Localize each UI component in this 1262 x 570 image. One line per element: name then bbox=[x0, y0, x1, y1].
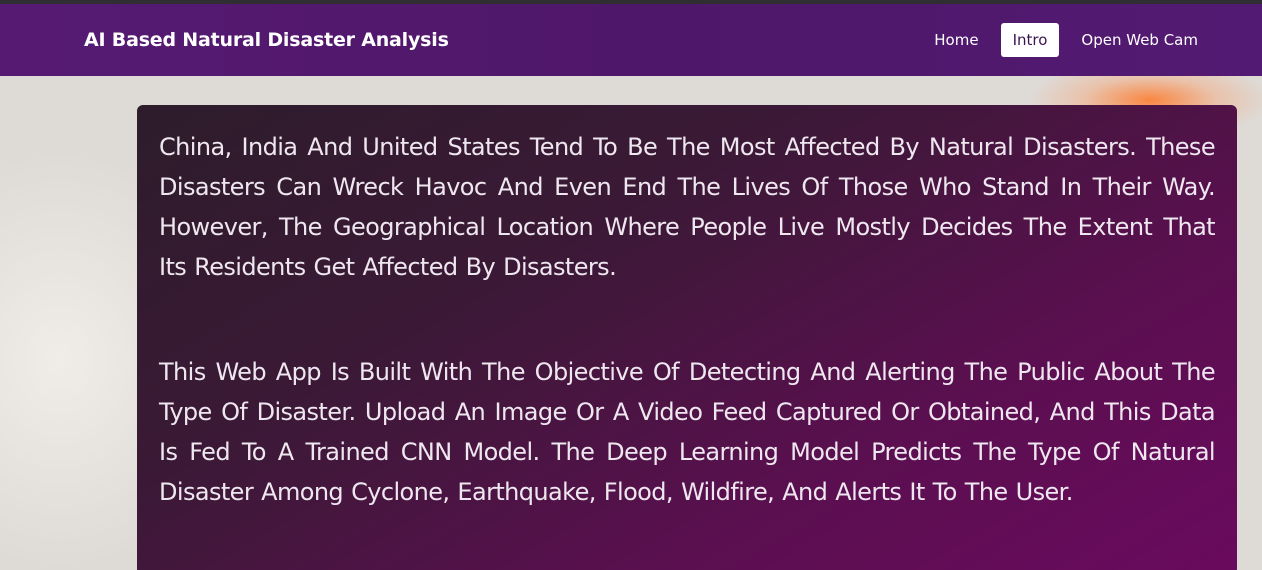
nav-intro-link[interactable]: Intro bbox=[1000, 23, 1060, 57]
nav-open-web-cam-link[interactable]: Open Web Cam bbox=[1069, 23, 1210, 57]
page: AI Based Natural Disaster Analysis Home … bbox=[0, 0, 1262, 570]
nav-home-link[interactable]: Home bbox=[922, 23, 990, 57]
navbar: AI Based Natural Disaster Analysis Home … bbox=[0, 4, 1262, 76]
brand-title[interactable]: AI Based Natural Disaster Analysis bbox=[84, 4, 449, 76]
intro-card: China, India And United States Tend To B… bbox=[137, 105, 1237, 570]
nav-menu: Home Intro Open Web Cam bbox=[922, 4, 1210, 76]
intro-paragraph-1: China, India And United States Tend To B… bbox=[159, 133, 1216, 281]
intro-paragraph-2: This Web App Is Built With The Objective… bbox=[159, 358, 1216, 506]
